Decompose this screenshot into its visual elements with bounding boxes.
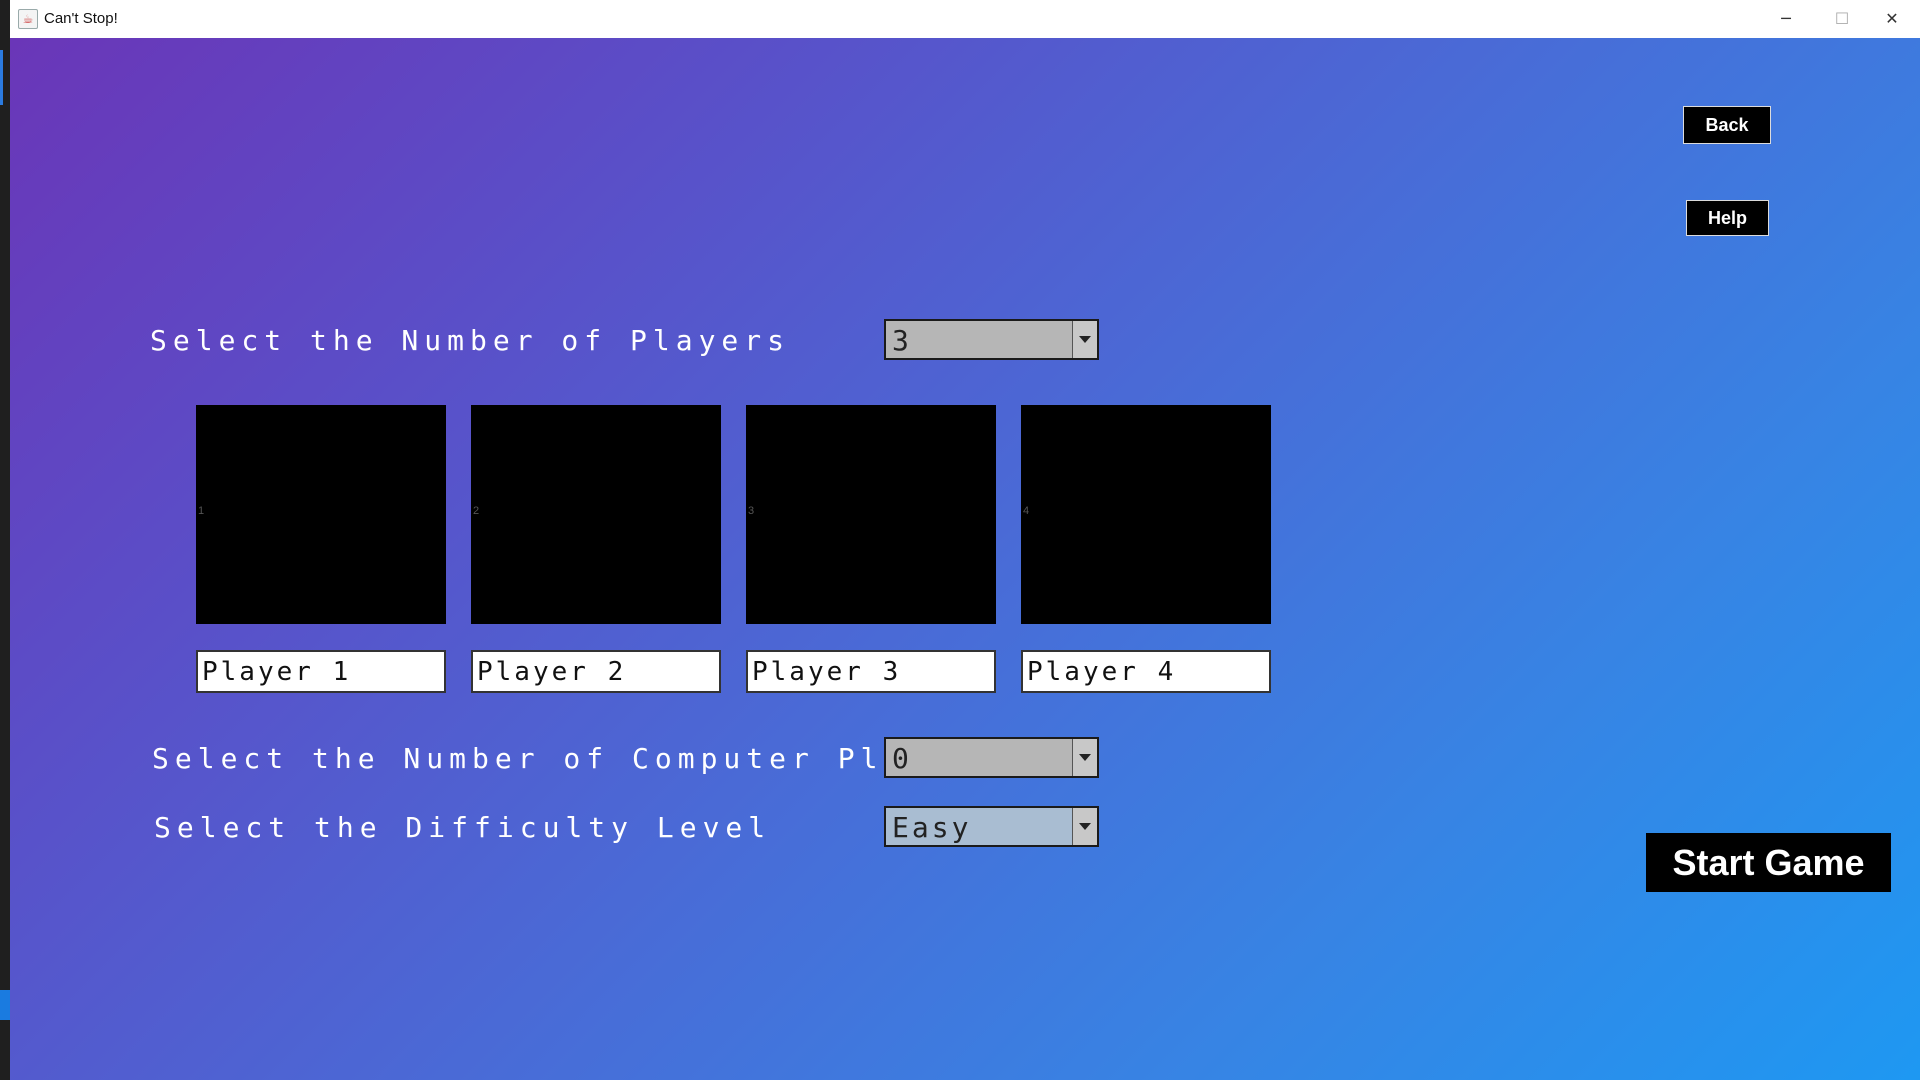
difficulty-select[interactable]: Easy bbox=[884, 806, 1099, 847]
player-slot-3[interactable]: 3 bbox=[746, 405, 996, 624]
player-2-name-field[interactable] bbox=[471, 650, 721, 693]
computer-players-value: 0 bbox=[892, 742, 912, 775]
maximize-button[interactable]: ☐ bbox=[1814, 0, 1870, 38]
minimize-button[interactable]: ─ bbox=[1758, 0, 1814, 38]
window-title: Can't Stop! bbox=[44, 10, 118, 27]
chevron-down-icon[interactable] bbox=[1072, 739, 1097, 776]
start-game-button[interactable]: Start Game bbox=[1646, 833, 1891, 892]
chevron-down-icon[interactable] bbox=[1072, 321, 1097, 358]
java-app-icon: ☕ bbox=[18, 9, 38, 29]
players-count-select[interactable]: 3 bbox=[884, 319, 1099, 360]
slot-number: 4 bbox=[1023, 505, 1030, 517]
players-label: Select the Number of Players bbox=[150, 324, 791, 357]
background-window-edge bbox=[0, 50, 3, 105]
computer-players-label: Select the Number of Computer Players bbox=[152, 742, 998, 775]
help-button[interactable]: Help bbox=[1686, 200, 1769, 236]
back-button[interactable]: Back bbox=[1683, 106, 1771, 144]
player-slot-4[interactable]: 4 bbox=[1021, 405, 1271, 624]
close-button[interactable]: ✕ bbox=[1864, 0, 1920, 38]
slot-number: 3 bbox=[748, 505, 755, 517]
difficulty-label: Select the Difficulty Level bbox=[154, 811, 772, 844]
player-1-name-field[interactable] bbox=[196, 650, 446, 693]
player-3-name-field[interactable] bbox=[746, 650, 996, 693]
background-window-edge bbox=[0, 990, 10, 1020]
setup-panel: Back Help Select the Number of Players 3… bbox=[10, 38, 1920, 1080]
slot-number: 1 bbox=[198, 505, 205, 517]
title-bar: ☕ Can't Stop! ─ ☐ ✕ bbox=[10, 0, 1920, 39]
slot-number: 2 bbox=[473, 505, 480, 517]
player-4-name-field[interactable] bbox=[1021, 650, 1271, 693]
chevron-down-icon[interactable] bbox=[1072, 808, 1097, 845]
players-count-value: 3 bbox=[892, 324, 912, 357]
player-slot-1[interactable]: 1 bbox=[196, 405, 446, 624]
app-window: ☕ Can't Stop! ─ ☐ ✕ Back Help Select the… bbox=[10, 0, 1920, 1080]
computer-players-select[interactable]: 0 bbox=[884, 737, 1099, 778]
player-slot-2[interactable]: 2 bbox=[471, 405, 721, 624]
difficulty-value: Easy bbox=[892, 811, 972, 844]
